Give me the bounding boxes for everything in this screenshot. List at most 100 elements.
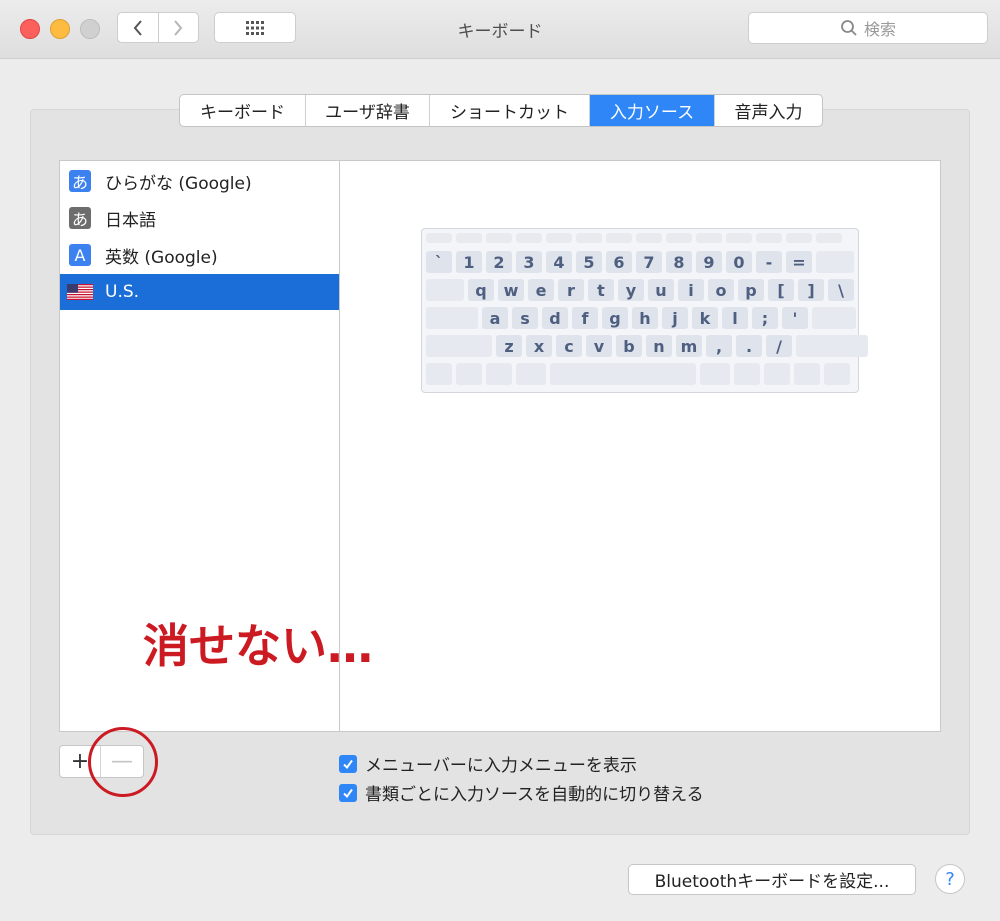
function-key-row bbox=[426, 233, 842, 243]
key: t bbox=[588, 279, 614, 301]
key: l bbox=[722, 307, 748, 329]
return-key bbox=[812, 307, 856, 329]
arrow-keys bbox=[764, 363, 790, 385]
key: 4 bbox=[546, 251, 572, 273]
list-item-alphanumeric-google[interactable]: A 英数 (Google) bbox=[60, 237, 339, 273]
qwerty-row: q w e r t y u i o p [ ] \ bbox=[426, 279, 854, 301]
key: y bbox=[618, 279, 644, 301]
tab-keyboard[interactable]: キーボード bbox=[180, 95, 306, 126]
fn-key bbox=[456, 233, 482, 243]
key: x bbox=[526, 335, 552, 357]
key: h bbox=[632, 307, 658, 329]
checkmark-icon bbox=[343, 759, 353, 769]
key: q bbox=[468, 279, 494, 301]
key: \ bbox=[828, 279, 854, 301]
tab-dictation[interactable]: 音声入力 bbox=[715, 95, 822, 126]
hiragana-icon: あ bbox=[69, 170, 91, 192]
key: ; bbox=[752, 307, 778, 329]
key: f bbox=[572, 307, 598, 329]
key: u bbox=[648, 279, 674, 301]
key: r bbox=[558, 279, 584, 301]
tab-bar: キーボード ユーザ辞書 ショートカット 入力ソース 音声入力 bbox=[179, 94, 823, 127]
fn-key bbox=[636, 233, 662, 243]
annotation-circle bbox=[88, 727, 158, 797]
list-item-label: 英数 (Google) bbox=[105, 247, 218, 268]
show-input-menu-checkbox[interactable] bbox=[339, 754, 357, 773]
key: m bbox=[676, 335, 702, 357]
checkbox-label: メニューバーに入力メニューを表示 bbox=[365, 756, 637, 776]
key: v bbox=[586, 335, 612, 357]
arrow-keys bbox=[824, 363, 850, 385]
checkbox-label: 書類ごとに入力ソースを自動的に切り替える bbox=[365, 785, 704, 805]
key: 6 bbox=[606, 251, 632, 273]
command-key bbox=[516, 363, 546, 385]
help-button[interactable]: ? bbox=[935, 864, 965, 894]
arrow-keys bbox=[794, 363, 820, 385]
list-item-japanese[interactable]: あ 日本語 bbox=[60, 200, 339, 236]
key: ` bbox=[426, 251, 452, 273]
fn-key bbox=[546, 233, 572, 243]
key: - bbox=[756, 251, 782, 273]
key: ' bbox=[782, 307, 808, 329]
show-input-menu-option[interactable]: メニューバーに入力メニューを表示 bbox=[339, 751, 637, 776]
key: j bbox=[662, 307, 688, 329]
keyboard-layout-preview: ` 1 2 3 4 5 6 7 8 9 0 - = q w e r t y u … bbox=[421, 228, 868, 393]
key: e bbox=[528, 279, 554, 301]
fn-modifier-key bbox=[426, 363, 452, 385]
search-field[interactable]: 検索 bbox=[748, 12, 988, 44]
fn-key bbox=[786, 233, 812, 243]
auto-switch-source-checkbox[interactable] bbox=[339, 783, 357, 802]
key: 9 bbox=[696, 251, 722, 273]
tab-input-sources[interactable]: 入力ソース bbox=[590, 95, 715, 126]
list-item-us[interactable]: U.S. bbox=[60, 274, 339, 310]
key: s bbox=[512, 307, 538, 329]
command-key bbox=[700, 363, 730, 385]
list-item-label: ひらがな (Google) bbox=[105, 173, 252, 194]
key: n bbox=[646, 335, 672, 357]
fn-key bbox=[726, 233, 752, 243]
bottom-letter-row: z x c v b n m , . / bbox=[426, 335, 868, 357]
fn-key bbox=[606, 233, 632, 243]
title-bar: キーボード 検索 bbox=[0, 0, 1000, 59]
delete-key bbox=[816, 251, 854, 273]
fn-key bbox=[696, 233, 722, 243]
key: 1 bbox=[456, 251, 482, 273]
tab-user-dictionary[interactable]: ユーザ辞書 bbox=[306, 95, 430, 126]
key: d bbox=[542, 307, 568, 329]
checkmark-icon bbox=[343, 788, 353, 798]
fn-key bbox=[516, 233, 542, 243]
fn-key bbox=[816, 233, 842, 243]
tab-shortcuts[interactable]: ショートカット bbox=[430, 95, 590, 126]
key: 0 bbox=[726, 251, 752, 273]
setup-bluetooth-keyboard-button[interactable]: Bluetoothキーボードを設定... bbox=[628, 864, 916, 895]
japanese-icon: あ bbox=[69, 207, 91, 229]
key: 5 bbox=[576, 251, 602, 273]
us-flag-icon bbox=[67, 284, 93, 300]
key: / bbox=[766, 335, 792, 357]
home-row: a s d f g h j k l ; ' bbox=[426, 307, 856, 329]
list-item-label: U.S. bbox=[105, 282, 140, 302]
list-item-hiragana-google[interactable]: あ ひらがな (Google) bbox=[60, 163, 339, 199]
tab-key bbox=[426, 279, 464, 301]
key: c bbox=[556, 335, 582, 357]
key: = bbox=[786, 251, 812, 273]
key: [ bbox=[768, 279, 794, 301]
auto-switch-source-option[interactable]: 書類ごとに入力ソースを自動的に切り替える bbox=[339, 780, 704, 805]
key: i bbox=[678, 279, 704, 301]
fn-key bbox=[486, 233, 512, 243]
key: b bbox=[616, 335, 642, 357]
key: z bbox=[496, 335, 522, 357]
alphanumeric-icon: A bbox=[69, 244, 91, 266]
key: w bbox=[498, 279, 524, 301]
key: 2 bbox=[486, 251, 512, 273]
control-key bbox=[456, 363, 482, 385]
option-key bbox=[734, 363, 760, 385]
number-row: ` 1 2 3 4 5 6 7 8 9 0 - = bbox=[426, 251, 854, 273]
modifier-row bbox=[426, 363, 850, 385]
annotation-text: 消せない… bbox=[143, 619, 373, 673]
key: ] bbox=[798, 279, 824, 301]
key: o bbox=[708, 279, 734, 301]
fn-key bbox=[576, 233, 602, 243]
key: 7 bbox=[636, 251, 662, 273]
key: g bbox=[602, 307, 628, 329]
